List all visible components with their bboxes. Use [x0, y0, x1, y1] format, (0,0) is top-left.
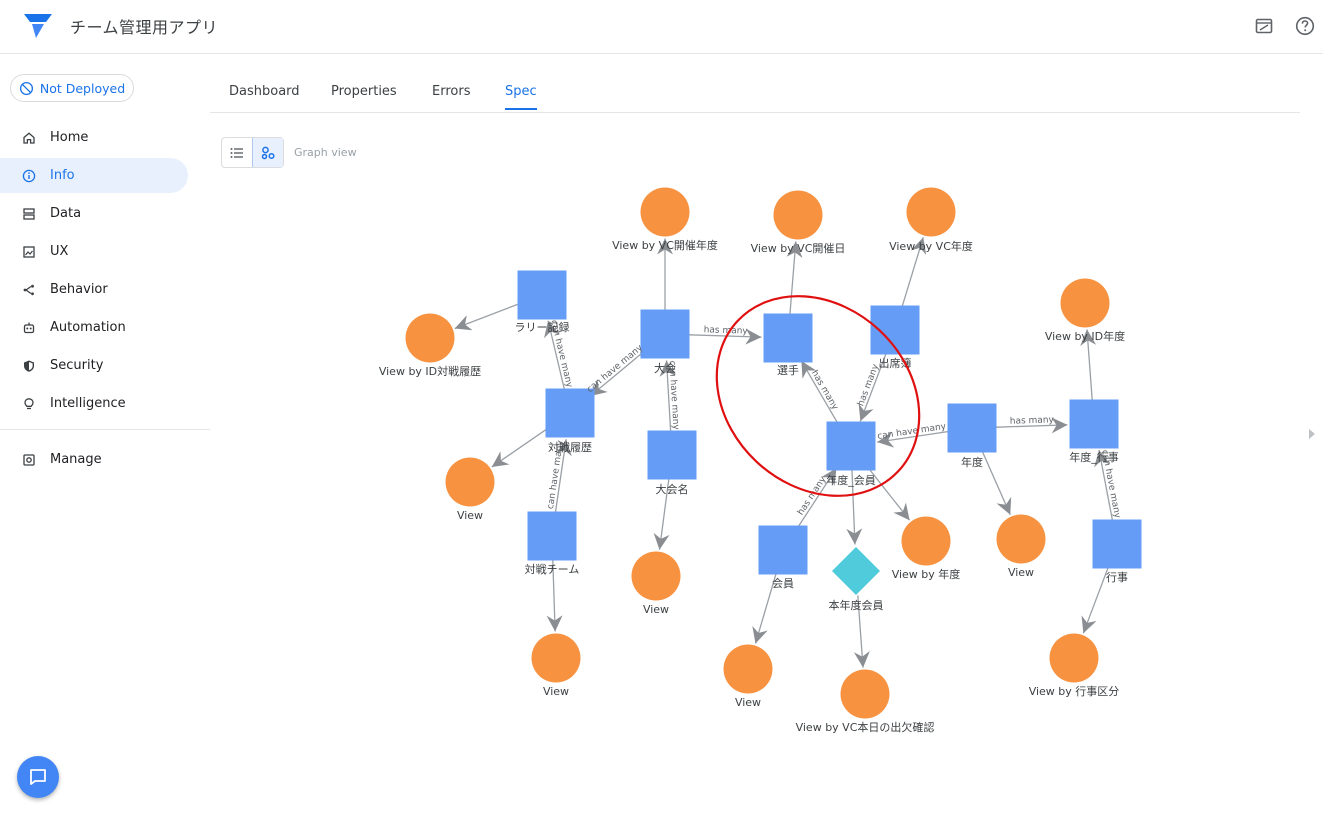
- node-label: 年度_会員: [826, 473, 876, 487]
- view-node[interactable]: [901, 516, 951, 566]
- view-node[interactable]: [1049, 633, 1099, 683]
- view-node[interactable]: [996, 514, 1046, 564]
- node-label: 年度: [961, 455, 983, 469]
- view-node[interactable]: [640, 187, 690, 237]
- node-label: 対戦チーム: [525, 562, 580, 576]
- node-label: 会員: [772, 577, 794, 590]
- node-label: View: [735, 696, 761, 709]
- table-node[interactable]: [763, 313, 813, 363]
- chat-icon: [30, 769, 46, 785]
- graph-nodes: [405, 187, 1142, 719]
- table-node[interactable]: [1092, 519, 1142, 569]
- node-label: View: [643, 603, 669, 616]
- edge-arrowhead: [893, 502, 910, 521]
- table-node[interactable]: [527, 511, 577, 561]
- node-label: View: [543, 685, 569, 698]
- table-node[interactable]: [545, 388, 595, 438]
- expand-panel-icon[interactable]: [1308, 428, 1316, 440]
- node-label: View by ID年度: [1045, 329, 1125, 343]
- view-node[interactable]: [445, 457, 495, 507]
- view-node[interactable]: [531, 633, 581, 683]
- view-node[interactable]: [773, 190, 823, 240]
- chat-button[interactable]: [17, 756, 59, 798]
- node-label: View by VC開催日: [751, 241, 846, 255]
- node-label: View by VC年度: [889, 239, 973, 253]
- table-node[interactable]: [517, 270, 567, 320]
- edge-relation-label: can have many: [585, 343, 645, 395]
- table-node[interactable]: [826, 421, 876, 471]
- highlight-ellipse: [715, 295, 921, 497]
- table-node[interactable]: [1069, 399, 1119, 449]
- view-node[interactable]: [840, 669, 890, 719]
- view-node[interactable]: [723, 644, 773, 694]
- node-label: ラリー記録: [515, 320, 570, 334]
- edge-relation-label: has many: [1010, 415, 1055, 426]
- edge-relation-label: can have many: [877, 422, 948, 442]
- node-label: View: [1008, 566, 1034, 579]
- view-node[interactable]: [906, 187, 956, 237]
- view-node[interactable]: [405, 313, 455, 363]
- node-label: 年度_行事: [1069, 450, 1119, 464]
- node-label: 大会: [654, 361, 676, 375]
- node-label: 対戦履歴: [548, 440, 592, 454]
- node-label: View by 年度: [892, 567, 961, 581]
- node-label: 行事: [1106, 571, 1128, 584]
- node-label: View by VC本日の出欠確認: [796, 720, 935, 734]
- view-node[interactable]: [1060, 278, 1110, 328]
- view-node[interactable]: [631, 551, 681, 601]
- edge-relation-label: has many: [809, 369, 840, 413]
- table-node[interactable]: [640, 309, 690, 359]
- edge-relation-label: has many: [703, 325, 748, 336]
- spec-graph[interactable]: has manycan have manycan have manycan ha…: [0, 0, 1323, 816]
- node-label: View by ID対戦履歴: [379, 364, 481, 378]
- node-label: 本年度会員: [829, 598, 884, 612]
- edge-arrowhead: [491, 451, 510, 467]
- node-label: 選手: [777, 363, 799, 377]
- slice-node[interactable]: [832, 547, 880, 595]
- node-label: 大会名: [656, 482, 689, 496]
- node-label: View: [457, 509, 483, 522]
- node-label: View by 行事区分: [1029, 685, 1120, 698]
- node-label: View by VC開催年度: [612, 238, 718, 252]
- table-node[interactable]: [758, 525, 808, 575]
- table-node[interactable]: [947, 403, 997, 453]
- table-node[interactable]: [647, 430, 697, 480]
